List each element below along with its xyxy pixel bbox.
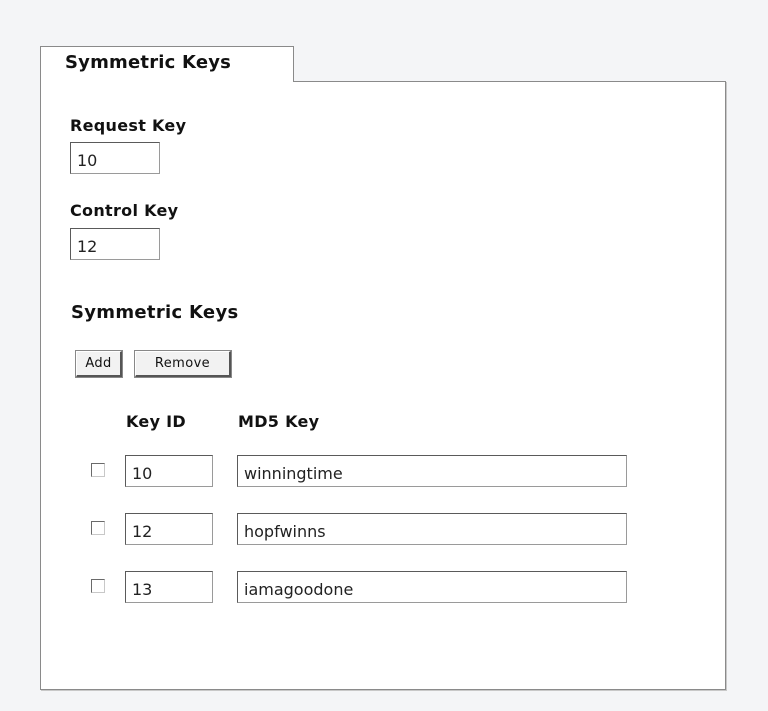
md5-key-column-header: MD5 Key (238, 412, 320, 431)
row-select-checkbox[interactable] (91, 463, 105, 477)
md5-key-input[interactable] (237, 513, 627, 545)
add-button[interactable]: Add (75, 350, 123, 378)
row-select-checkbox[interactable] (91, 521, 105, 535)
md5-key-input[interactable] (237, 455, 627, 487)
request-key-input[interactable] (70, 142, 160, 174)
key-id-column-header: Key ID (126, 412, 187, 431)
md5-key-input[interactable] (237, 571, 627, 603)
control-key-input[interactable] (70, 228, 160, 260)
row-select-checkbox[interactable] (91, 579, 105, 593)
control-key-label: Control Key (70, 201, 179, 220)
key-id-input[interactable] (125, 455, 213, 487)
remove-button[interactable]: Remove (134, 350, 232, 378)
key-id-input[interactable] (125, 571, 213, 603)
key-id-input[interactable] (125, 513, 213, 545)
request-key-label: Request Key (70, 116, 187, 135)
symmetric-keys-heading: Symmetric Keys (71, 302, 239, 323)
